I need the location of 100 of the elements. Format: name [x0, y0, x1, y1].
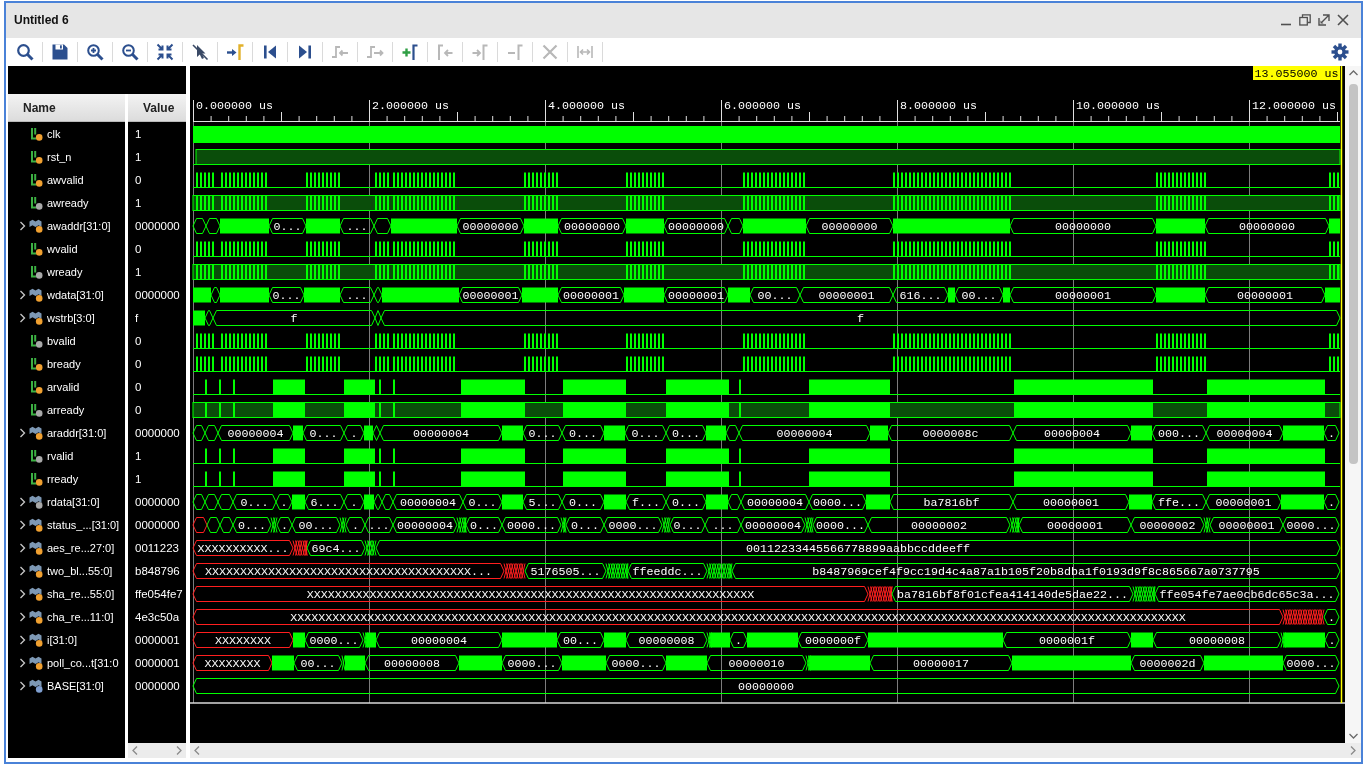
transition-hatch [364, 540, 377, 556]
bus-value: 0000... [501, 517, 562, 533]
signal-name[interactable]: awaddr[31:0] [46, 219, 112, 232]
signal-name[interactable]: rdata[31:0] [46, 495, 101, 508]
activity-block [367, 632, 376, 648]
activity-block [220, 218, 269, 234]
bus-value: 00000008 [364, 655, 460, 671]
bus-value: 0000000f [797, 632, 869, 648]
plus-bracket-icon[interactable] [401, 43, 419, 61]
signal-name[interactable]: rready [46, 472, 80, 485]
signal-name[interactable]: cha_re...11:0] [46, 610, 115, 623]
bus-value: 00000010 [706, 655, 807, 671]
activity-block [1325, 287, 1340, 303]
bus-value: XXXXXXXXXXXXXXXXXXXXXXXXXXXXXXXXXXXXXXXXXXXXXXXXXXXXXXXXXXXXXXXX [192, 586, 869, 602]
signal-name[interactable]: status_...[31:0] [46, 518, 121, 531]
activity-block [1329, 218, 1340, 234]
signal-name[interactable]: awready [46, 196, 90, 209]
chevron-icon[interactable] [19, 680, 26, 691]
restore-icon[interactable] [1299, 13, 1311, 26]
chevron-icon[interactable] [19, 588, 26, 599]
signal-name[interactable]: sha_re...55:0] [46, 587, 116, 600]
zoom-out-icon[interactable] [121, 43, 139, 61]
activity-block [502, 494, 523, 510]
activity-block [866, 494, 890, 510]
signal-name[interactable]: wvalid [46, 242, 79, 255]
zoom-in-icon[interactable] [86, 43, 104, 61]
signal-name[interactable]: rst_n [46, 150, 73, 163]
signal-value: 0000000 [134, 679, 180, 692]
bus-value: 6... [304, 494, 345, 510]
signal-name[interactable]: awvalid [46, 173, 85, 186]
close-icon[interactable] [1337, 13, 1349, 26]
signal-name[interactable]: bready [46, 357, 82, 370]
time-label: 2.000000 us [372, 99, 449, 113]
signal-name[interactable]: BASE[31:0] [46, 679, 105, 692]
activity-block [1281, 494, 1324, 510]
bus-value: 00000017 [869, 655, 1013, 671]
activity-block [870, 425, 888, 441]
save-icon[interactable] [51, 43, 69, 61]
crossed-pointer-icon[interactable] [191, 43, 209, 61]
bus-value: 00... [556, 632, 605, 648]
inward-arrows-icon[interactable] [156, 43, 174, 61]
empty-bus-segment [206, 517, 221, 533]
transition-hatch [503, 563, 526, 579]
signal-name[interactable]: wdata[31:0] [46, 288, 105, 301]
bus-value: ... [339, 287, 375, 303]
activity-block [1283, 425, 1324, 441]
skip-start-icon[interactable] [261, 43, 279, 61]
signal-name[interactable]: araddr[31:0] [46, 426, 108, 439]
chevron-icon[interactable] [19, 496, 26, 507]
signal-name[interactable]: bvalid [46, 334, 77, 347]
signal-name[interactable]: arvalid [46, 380, 81, 393]
empty-bus-segment [219, 517, 234, 533]
chevron-icon[interactable] [19, 657, 26, 668]
signal-name[interactable]: wready [46, 265, 84, 278]
diagonal-arrow-icon[interactable] [1318, 13, 1330, 26]
bus-value: XXXXXXXXXXXXXXXXXXXXXXXXXXXXXXXXXXXXXXXXXXXXXXXXXXXXXXXXXXXXXXXXXXXXXXXXXXXXXXXXXXXXXXXXXXXXXXXXXXXXXXXXXXXXXXXXXXXXXXXXXXXXXXXX [192, 609, 1284, 625]
scroll-up-icon[interactable] [1348, 70, 1358, 76]
chevron-icon[interactable] [19, 542, 26, 553]
chevron-icon[interactable] [19, 289, 26, 300]
empty-bus-segment [204, 425, 219, 441]
chevron-icon[interactable] [19, 634, 26, 645]
chevron-icon[interactable] [19, 312, 26, 323]
bus-value: 0... [665, 494, 707, 510]
chevron-icon[interactable] [19, 220, 26, 231]
bus-value: . [1323, 425, 1340, 441]
signal-name[interactable]: two_bl...55:0] [46, 564, 114, 577]
bus-value: 00000002 [867, 517, 1011, 533]
bus-value: 0000... [304, 632, 364, 648]
activity-block [626, 218, 664, 234]
signal-value: 1 [134, 127, 142, 140]
chevron-icon[interactable] [19, 565, 26, 576]
arrow-to-bracket-icon[interactable] [226, 43, 244, 61]
chevron-icon[interactable] [19, 427, 26, 438]
activity-block [747, 632, 798, 648]
search-icon[interactable] [16, 43, 34, 61]
chevron-icon[interactable] [19, 611, 26, 622]
transition-hatch [605, 563, 629, 579]
scrollbar-thumb[interactable] [1348, 84, 1358, 464]
signal-name[interactable]: wstrb[3:0] [46, 311, 96, 324]
signal-name[interactable]: i[31:0] [46, 633, 78, 646]
bus-value: 00000001 [663, 287, 729, 303]
chevron-icon[interactable] [19, 519, 26, 530]
signal-name[interactable]: aes_re...27:0] [46, 541, 116, 554]
bus-value: 0... [268, 287, 305, 303]
signal-name[interactable]: rvalid [46, 449, 75, 462]
signal-name[interactable]: arready [46, 403, 86, 416]
transition-hatch [1280, 632, 1286, 648]
activity-block [220, 287, 269, 303]
signal-name[interactable]: poll_co...t[31:0 [46, 656, 120, 669]
activity-block [706, 425, 726, 441]
scroll-down-icon[interactable] [1348, 733, 1358, 739]
signal-value: ffe054fe7 [134, 587, 183, 600]
settings-icon[interactable] [1331, 43, 1349, 61]
bus-value: 0... [232, 517, 272, 533]
skip-end-icon[interactable] [296, 43, 314, 61]
empty-bus-segment [210, 287, 221, 303]
transition-hatch [804, 517, 814, 533]
activity-block [562, 655, 606, 671]
signal-name[interactable]: clk [46, 127, 62, 140]
transition-hatch [706, 563, 733, 579]
